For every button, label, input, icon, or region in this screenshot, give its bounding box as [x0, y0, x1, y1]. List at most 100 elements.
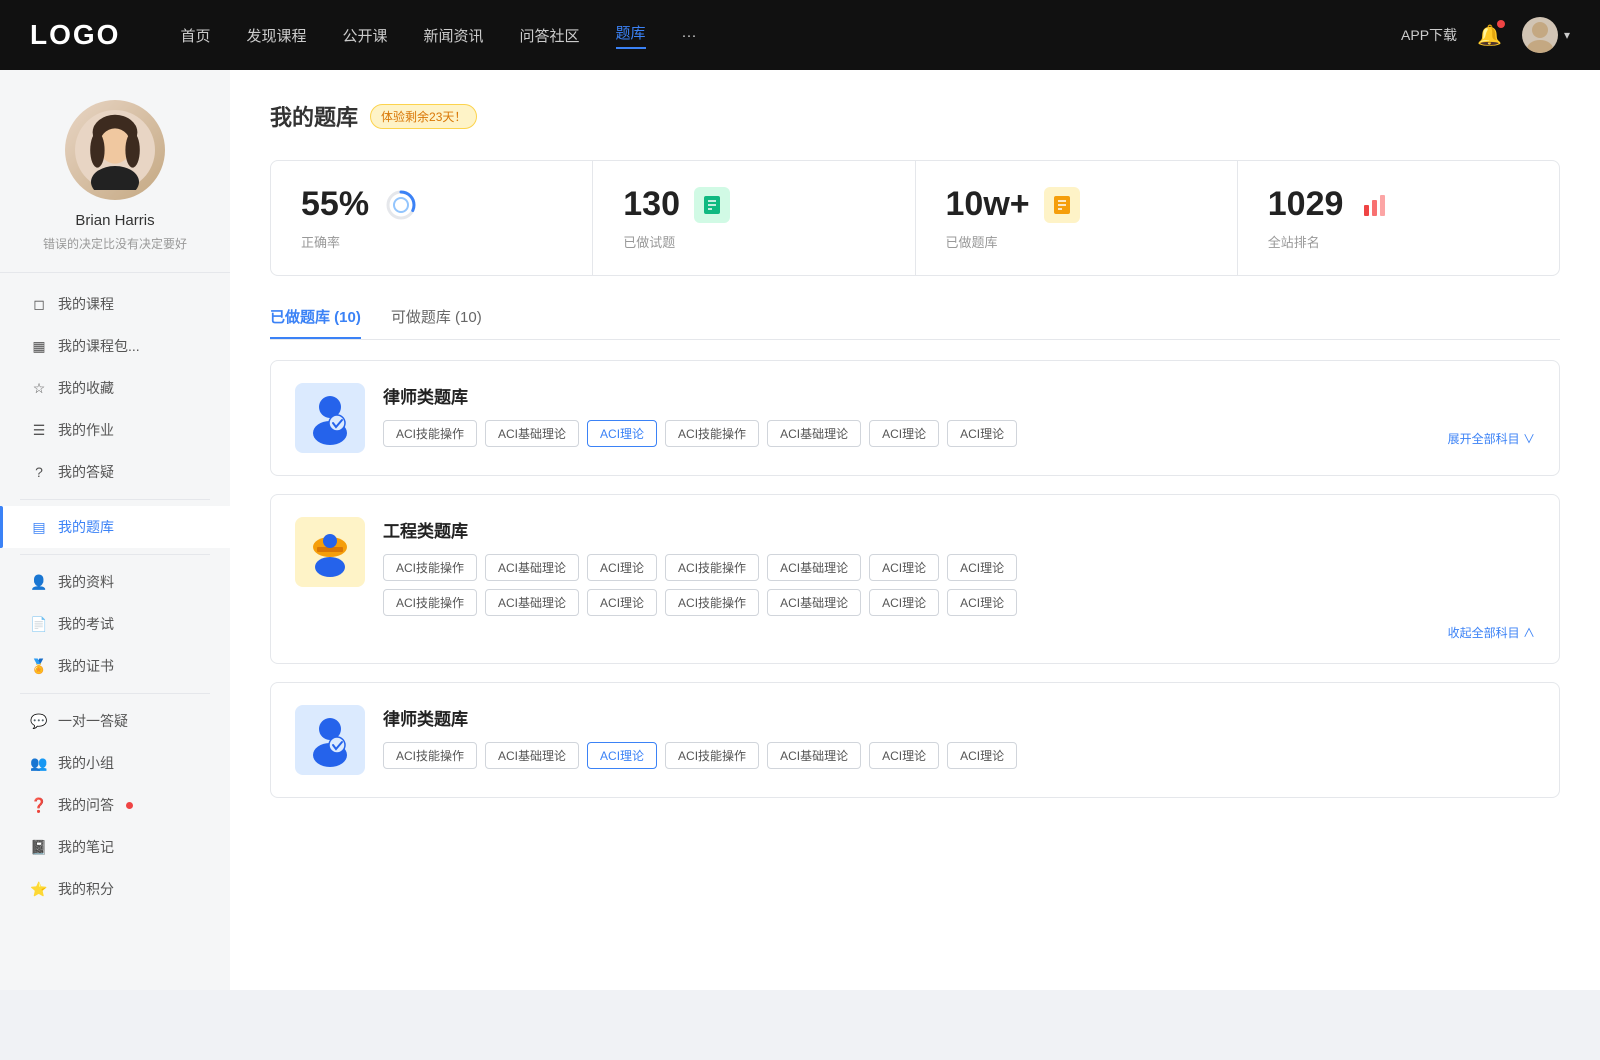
expand-link-1[interactable]: 展开全部科目 ∨: [1448, 430, 1535, 447]
tag-3-4[interactable]: ACI基础理论: [767, 742, 861, 769]
tag-3-6[interactable]: ACI理论: [947, 742, 1017, 769]
qbank-card-engineer: 工程类题库 ACI技能操作 ACI基础理论 ACI理论 ACI技能操作 ACI基…: [270, 494, 1560, 664]
tag-2b-2[interactable]: ACI理论: [587, 589, 657, 616]
sidebar-item-label: 我的积分: [58, 879, 114, 899]
stat-done-banks-label: 已做题库: [946, 232, 1207, 251]
sidebar-item-label: 我的资料: [58, 572, 114, 592]
sidebar-divider-3: [20, 693, 210, 694]
tag-2b-5[interactable]: ACI理论: [869, 589, 939, 616]
nav-home[interactable]: 首页: [180, 25, 210, 46]
tag-2b-0[interactable]: ACI技能操作: [383, 589, 477, 616]
nav-more[interactable]: ···: [682, 27, 697, 44]
sidebar-item-certificates[interactable]: 🏅 我的证书: [0, 645, 230, 687]
tag-2-2[interactable]: ACI理论: [587, 554, 657, 581]
tag-2-5[interactable]: ACI理论: [869, 554, 939, 581]
tag-1-5[interactable]: ACI理论: [869, 420, 939, 447]
nav-links: 首页 发现课程 公开课 新闻资讯 问答社区 题库 ···: [180, 22, 1401, 49]
sidebar-item-groups[interactable]: 👥 我的小组: [0, 742, 230, 784]
sidebar-item-question-bank[interactable]: ▤ 我的题库: [0, 506, 230, 548]
nav-public-course[interactable]: 公开课: [342, 25, 387, 46]
nav-right: APP下载 🔔 ▾: [1401, 17, 1570, 53]
tag-2b-6[interactable]: ACI理论: [947, 589, 1017, 616]
qbank-card-lawyer-1: 律师类题库 ACI技能操作 ACI基础理论 ACI理论 ACI技能操作 ACI基…: [270, 360, 1560, 476]
tags-row-1: ACI技能操作 ACI基础理论 ACI理论 ACI技能操作 ACI基础理论 AC…: [383, 420, 1535, 447]
tag-2-3[interactable]: ACI技能操作: [665, 554, 759, 581]
tag-2-6[interactable]: ACI理论: [947, 554, 1017, 581]
sidebar-item-qa[interactable]: ? 我的答疑: [0, 451, 230, 493]
sidebar-item-label: 我的作业: [58, 420, 114, 440]
profile-avatar: [65, 100, 165, 200]
tag-1-6[interactable]: ACI理论: [947, 420, 1017, 447]
sidebar-item-label: 我的问答: [58, 795, 114, 815]
notes-icon: 📓: [30, 839, 48, 856]
sidebar-item-favorites[interactable]: ☆ 我的收藏: [0, 367, 230, 409]
qbank-name-2: 工程类题库: [383, 517, 1535, 542]
tag-1-1[interactable]: ACI基础理论: [485, 420, 579, 447]
tabs-row: 已做题库 (10) 可做题库 (10): [270, 306, 1560, 340]
stat-accuracy: 55% 正确率: [271, 161, 592, 275]
tag-1-0[interactable]: ACI技能操作: [383, 420, 477, 447]
stat-accuracy-label: 正确率: [301, 232, 562, 251]
app-download-button[interactable]: APP下载: [1401, 25, 1457, 45]
tags-row-2b: ACI技能操作 ACI基础理论 ACI理论 ACI技能操作 ACI基础理论 AC…: [383, 589, 1535, 616]
sidebar-item-points[interactable]: ⭐ 我的积分: [0, 868, 230, 910]
tag-3-2[interactable]: ACI理论: [587, 742, 657, 769]
stat-ranking-label: 全站排名: [1268, 232, 1529, 251]
stat-done-banks-value: 10w+: [946, 185, 1030, 224]
sidebar-item-label: 我的考试: [58, 614, 114, 634]
stats-row: 55% 正确率 130: [270, 160, 1560, 276]
tag-1-2[interactable]: ACI理论: [587, 420, 657, 447]
tag-3-1[interactable]: ACI基础理论: [485, 742, 579, 769]
nav-discover[interactable]: 发现课程: [246, 25, 306, 46]
sidebar-item-course-packages[interactable]: ▦ 我的课程包...: [0, 325, 230, 367]
profile-section: Brian Harris 错误的决定比没有决定要好: [0, 100, 230, 273]
lawyer-avatar: [295, 383, 365, 453]
tag-2-4[interactable]: ACI基础理论: [767, 554, 861, 581]
tag-3-0[interactable]: ACI技能操作: [383, 742, 477, 769]
tag-1-4[interactable]: ACI基础理论: [767, 420, 861, 447]
tag-3-5[interactable]: ACI理论: [869, 742, 939, 769]
tag-2-1[interactable]: ACI基础理论: [485, 554, 579, 581]
sidebar-item-profile[interactable]: 👤 我的资料: [0, 561, 230, 603]
sidebar-item-label: 我的答疑: [58, 462, 114, 482]
sidebar-item-label: 我的小组: [58, 753, 114, 773]
page-layout: Brian Harris 错误的决定比没有决定要好 ◻ 我的课程 ▦ 我的课程包…: [0, 70, 1600, 990]
sidebar-item-courses[interactable]: ◻ 我的课程: [0, 283, 230, 325]
nav-qa[interactable]: 问答社区: [520, 25, 580, 46]
sidebar-item-exams[interactable]: 📄 我的考试: [0, 603, 230, 645]
nav-questions[interactable]: 题库: [616, 22, 646, 49]
certificate-icon: 🏅: [30, 658, 48, 675]
stat-accuracy-value: 55%: [301, 185, 369, 224]
sidebar-item-homework[interactable]: ☰ 我的作业: [0, 409, 230, 451]
chevron-down-icon: ▾: [1564, 28, 1570, 42]
bar-chart-icon: [1357, 187, 1393, 223]
qa-icon: ?: [30, 464, 48, 480]
qbank-info-2: 工程类题库 ACI技能操作 ACI基础理论 ACI理论 ACI技能操作 ACI基…: [383, 517, 1535, 641]
collapse-link[interactable]: 收起全部科目 ∧: [383, 624, 1535, 641]
courses-icon: ◻: [30, 296, 48, 313]
tag-2b-4[interactable]: ACI基础理论: [767, 589, 861, 616]
tag-2b-3[interactable]: ACI技能操作: [665, 589, 759, 616]
sidebar-item-tutoring[interactable]: 💬 一对一答疑: [0, 700, 230, 742]
document-orange-icon: [1044, 187, 1080, 223]
tag-2b-1[interactable]: ACI基础理论: [485, 589, 579, 616]
tag-3-3[interactable]: ACI技能操作: [665, 742, 759, 769]
logo: LOGO: [30, 19, 120, 51]
tab-available-banks[interactable]: 可做题库 (10): [391, 306, 482, 339]
sidebar-item-my-qa[interactable]: ❓ 我的问答: [0, 784, 230, 826]
qbank-name-3: 律师类题库: [383, 705, 1535, 730]
chart-circle-icon: [383, 187, 419, 223]
nav-news[interactable]: 新闻资讯: [424, 25, 484, 46]
tag-2-0[interactable]: ACI技能操作: [383, 554, 477, 581]
notification-bell[interactable]: 🔔: [1477, 23, 1502, 48]
tab-done-banks[interactable]: 已做题库 (10): [270, 306, 361, 339]
profile-icon: 👤: [30, 574, 48, 591]
sidebar-item-notes[interactable]: 📓 我的笔记: [0, 826, 230, 868]
notification-badge: [1497, 20, 1505, 28]
my-qa-icon: ❓: [30, 797, 48, 814]
lawyer-avatar-2: [295, 705, 365, 775]
qbank-card-header-2: 工程类题库 ACI技能操作 ACI基础理论 ACI理论 ACI技能操作 ACI基…: [295, 517, 1535, 641]
user-avatar-button[interactable]: ▾: [1522, 17, 1570, 53]
tag-1-3[interactable]: ACI技能操作: [665, 420, 759, 447]
stat-top-3: 10w+: [946, 185, 1207, 224]
